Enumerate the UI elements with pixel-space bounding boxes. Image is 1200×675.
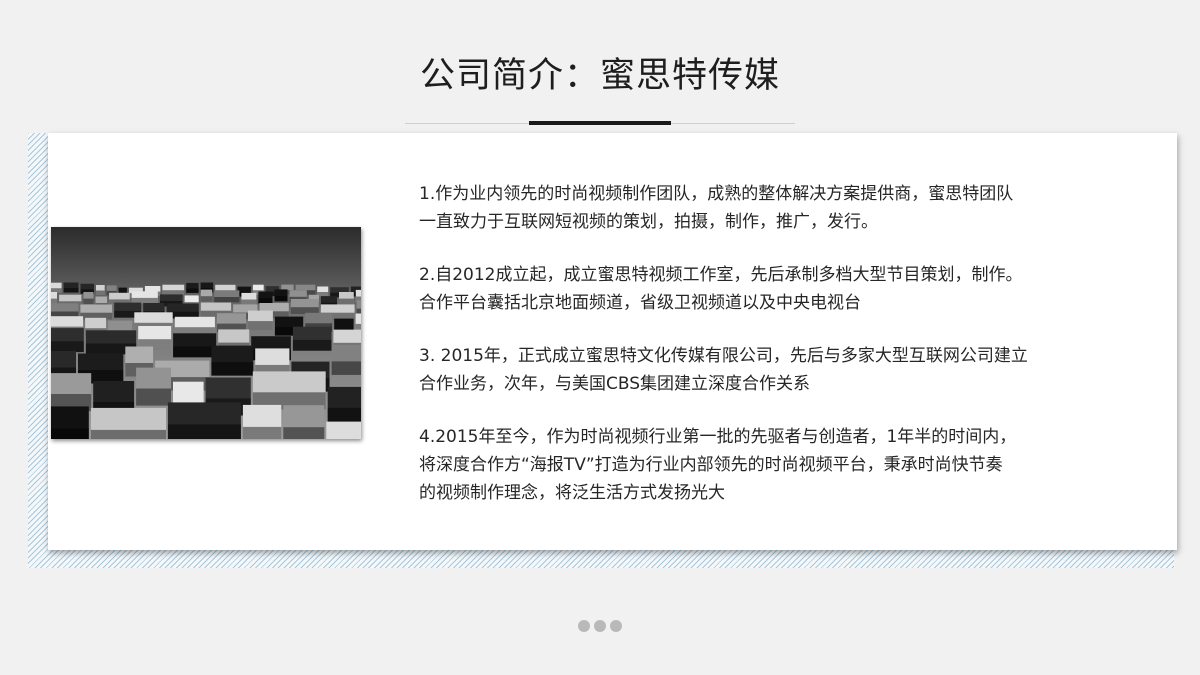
photo-block-shadow bbox=[258, 298, 273, 304]
photo-block-shadow bbox=[51, 341, 84, 353]
photo-block-shadow bbox=[241, 299, 257, 305]
paragraph-line: 合作平台囊括北京地面频道，省级卫视频道以及中央电视台 bbox=[419, 293, 861, 313]
paragraph-4: 4.2015年至今，作为时尚视频行业第一批的先驱者与创造者，1年半的时间内， 将… bbox=[419, 423, 1059, 507]
photo-block-shadow bbox=[283, 427, 325, 439]
photo-block-shadow bbox=[331, 361, 361, 375]
pagination-dot[interactable] bbox=[578, 620, 590, 632]
photo-block-shadow bbox=[131, 297, 158, 304]
photo-block-shadow bbox=[274, 296, 288, 302]
paragraph-3: 3. 2015年，正式成立蜜思特文化传媒有限公司，先后与多家大型互联网公司建立 … bbox=[419, 342, 1059, 398]
pagination-dot[interactable] bbox=[594, 620, 606, 632]
photo-block-shadow bbox=[96, 290, 105, 295]
photo-block-shadow bbox=[90, 429, 166, 439]
paragraph-line: 的视频制作理念，将泛生活方式发扬光大 bbox=[419, 483, 725, 503]
paragraph-2: 2.自2012成立起，成立蜜思特视频工作室，先后承制多档大型节目策划，制作。 合… bbox=[419, 261, 1059, 317]
architecture-photo-graphic bbox=[51, 227, 361, 439]
photo-block-shadow bbox=[83, 298, 94, 304]
photo-block-shadow bbox=[186, 288, 199, 293]
paragraph-1: 1.作为业内领先的时尚视频制作团队，成熟的整体解决方案提供商，蜜思特团队 一直致… bbox=[419, 180, 1059, 236]
paragraph-line: 1.作为业内领先的时尚视频制作团队，成熟的整体解决方案提供商，蜜思特团队 bbox=[419, 184, 1014, 204]
paragraph-line: 2.自2012成立起，成立蜜思特视频工作室，先后承制多档大型节目策划，制作。 bbox=[419, 265, 1023, 285]
pagination-dots bbox=[578, 620, 624, 632]
slide-title: 公司简介：蜜思特传媒 bbox=[419, 56, 780, 96]
photo-block-shadow bbox=[211, 362, 254, 376]
photo-block-shadow bbox=[51, 428, 89, 439]
photo-block-shadow bbox=[214, 297, 240, 303]
title-accent-bar bbox=[529, 121, 671, 125]
photo-block bbox=[326, 421, 361, 439]
photo-block-shadow bbox=[248, 321, 273, 330]
photo-block-shadow bbox=[167, 424, 241, 439]
architecture-photo bbox=[51, 227, 361, 439]
photo-block-shadow bbox=[292, 339, 332, 351]
pagination-dot[interactable] bbox=[610, 620, 622, 632]
paragraph-line: 一直致力于互联网短视频的策划，拍摄，制作，推广，发行。 bbox=[419, 212, 878, 232]
paragraph-line: 3. 2015年，正式成立蜜思特文化传媒有限公司，先后与多家大型互联网公司建立 bbox=[419, 346, 1028, 366]
intro-text: 1.作为业内领先的时尚视频制作团队，成熟的整体解决方案提供商，蜜思特团队 一直致… bbox=[419, 180, 1059, 532]
photo-block-shadow bbox=[63, 288, 79, 293]
photo-block-shadow bbox=[173, 346, 217, 358]
paragraph-line: 将深度合作方“海报TV”打造为行业内部领先的时尚视频平台，秉承时尚快节奏 bbox=[419, 455, 1003, 475]
photo-block-shadow bbox=[339, 298, 354, 304]
photo-block-shadow bbox=[200, 296, 213, 302]
photo-block-shadow bbox=[51, 298, 57, 304]
photo-block-shadow bbox=[242, 426, 282, 439]
paragraph-line: 合作业务，次年，与美国CBS集团建立深度合作关系 bbox=[419, 374, 811, 394]
photo-block-shadow bbox=[136, 388, 171, 406]
paragraph-line: 4.2015年至今，作为时尚视频行业第一批的先驱者与创造者，1年半的时间内， bbox=[419, 427, 1017, 447]
photo-block-shadow bbox=[162, 290, 185, 295]
